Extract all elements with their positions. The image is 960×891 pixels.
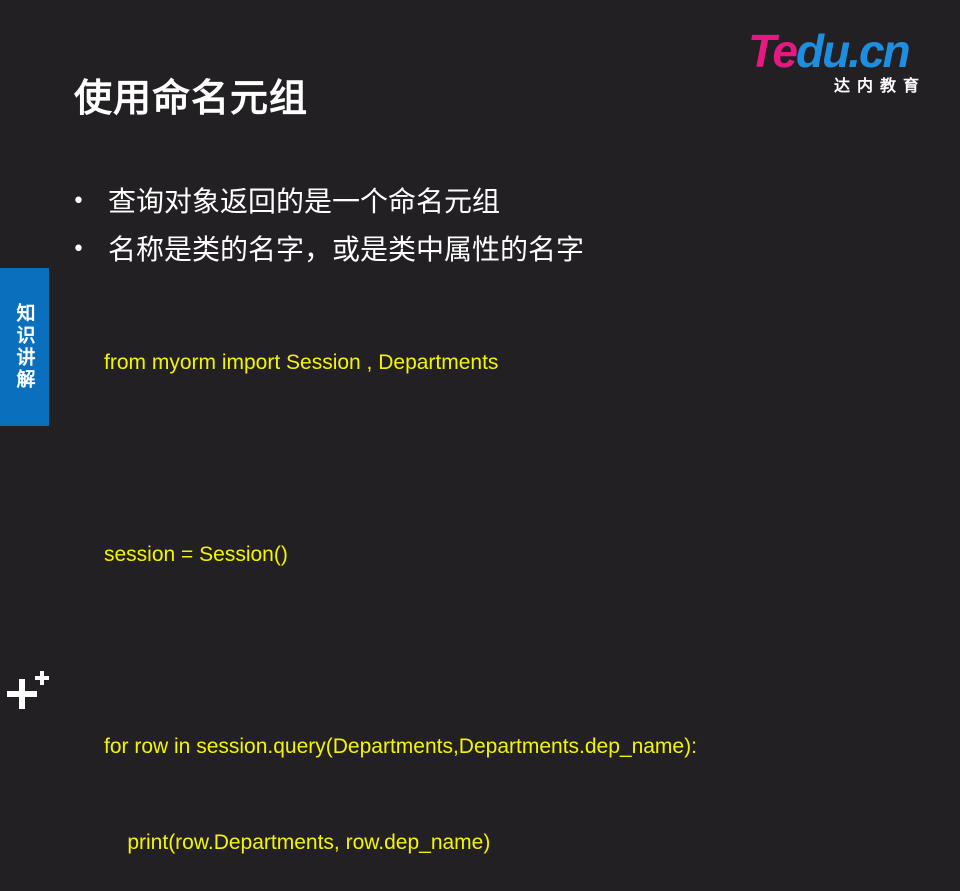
- plus-icon-graphic: [7, 671, 49, 709]
- bullet-icon: •: [72, 237, 85, 262]
- bullet-item: • 名称是类的名字，或是类中属性的名字: [72, 226, 584, 274]
- code-block: from myorm import Session , Departments …: [104, 283, 697, 891]
- code-line: session = Session(): [104, 543, 288, 566]
- code-line: print(row.Departments, row.dep_name): [104, 831, 491, 854]
- plus-icon: [4, 664, 54, 716]
- bullet-icon: •: [72, 189, 85, 214]
- code-line: for row in session.query(Departments,Dep…: [104, 735, 697, 758]
- slide-title: 使用命名元组: [74, 76, 309, 120]
- tedu-logo: Tedu.cn 达内教育: [748, 26, 938, 100]
- logo-wordmark-du: du.cn: [795, 25, 911, 77]
- logo-wordmark-te: Te: [748, 25, 798, 77]
- code-line: from myorm import Session , Departments: [104, 351, 499, 374]
- bullet-text: 查询对象返回的是一个命名元组: [108, 185, 501, 218]
- logo-wordmark: Tedu.cn: [748, 25, 911, 77]
- side-tab: 知识讲解: [0, 268, 49, 426]
- bullet-text: 名称是类的名字，或是类中属性的名字: [108, 233, 585, 266]
- side-tab-label: 知识讲解: [13, 303, 36, 391]
- logo-subtitle: 达内教育: [833, 76, 926, 95]
- bullet-list: • 查询对象返回的是一个命名元组 • 名称是类的名字，或是类中属性的名字: [72, 178, 584, 274]
- bullet-item: • 查询对象返回的是一个命名元组: [72, 178, 584, 226]
